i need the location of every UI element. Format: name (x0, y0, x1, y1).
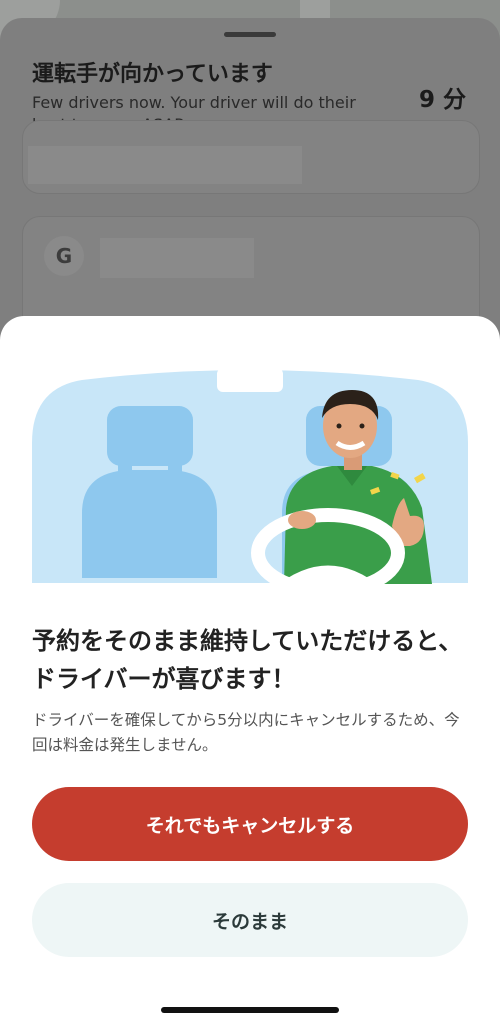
modal-title: 予約をそのまま維持していただけると、ドライバーが喜びます！ (32, 627, 463, 693)
redacted-text (100, 238, 254, 278)
keep-booking-button[interactable]: そのまま (32, 883, 468, 957)
cancel-anyway-button[interactable]: それでもキャンセルする (32, 787, 468, 861)
google-icon: G (44, 236, 84, 276)
passenger-headrest (107, 406, 193, 466)
google-icon-letter: G (55, 244, 73, 268)
driver-illustration (32, 358, 468, 588)
home-indicator (161, 1007, 339, 1013)
passenger-seat (82, 470, 217, 578)
ride-status-title: 運転手が向かっています (32, 62, 273, 87)
sheet-drag-handle (224, 32, 276, 37)
redacted-text (28, 146, 302, 184)
eta-minutes: 9 分 (418, 87, 466, 113)
modal-description: ドライバーを確保してから5分以内にキャンセルするため、今回は料金は発生しません。 (32, 711, 460, 754)
